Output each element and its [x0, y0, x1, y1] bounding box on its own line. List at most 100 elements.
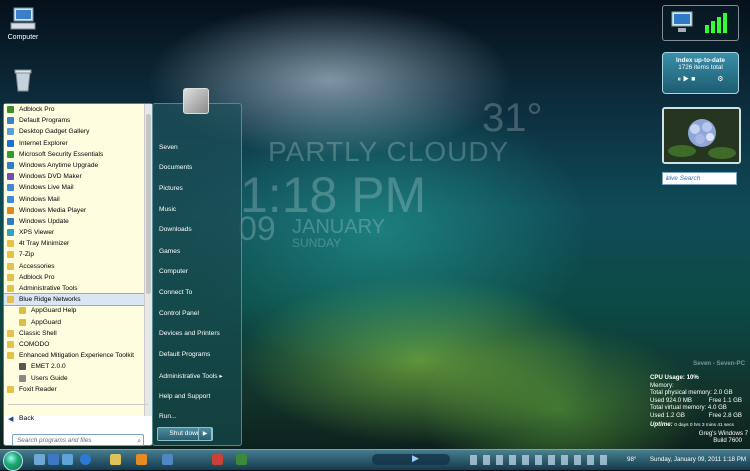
back-button[interactable]: Back	[19, 415, 34, 422]
back-arrow-icon: ◀	[8, 416, 14, 423]
network-meter-gadget[interactable]	[662, 5, 739, 41]
taskbar: ▶ 98° Sunday, January 09, 2011 1:18 PM	[0, 449, 750, 471]
program-item[interactable]: AppGuard	[4, 317, 144, 328]
start-menu-link[interactable]: Pictures	[159, 185, 183, 192]
memory-title: Memory:	[650, 381, 674, 389]
start-menu-link[interactable]: Games	[159, 248, 180, 255]
uptime-value: 0 days 0 hrs 3 mins 41 secs	[674, 423, 734, 428]
program-item[interactable]: Adblock Pro	[4, 104, 144, 115]
program-item[interactable]: Blue Ridge Networks	[4, 293, 144, 307]
start-menu-link[interactable]: Help and Support	[159, 393, 210, 400]
program-label: Windows Live Mail	[19, 184, 74, 192]
program-label: Classic Shell	[19, 329, 57, 337]
program-item[interactable]: Adblock Pro	[4, 272, 144, 283]
program-label: COMODO	[19, 340, 50, 348]
app-icon[interactable]	[212, 454, 223, 465]
computer-icon	[10, 7, 36, 30]
weather-condition: PARTLY CLOUDY	[268, 136, 510, 167]
signal-bars-icon	[705, 13, 727, 33]
program-item[interactable]: COMODO	[4, 339, 144, 350]
programs-scrollbar[interactable]	[144, 104, 152, 416]
user-avatar[interactable]	[183, 88, 209, 114]
start-menu-link[interactable]: Administrative Tools ▸	[159, 372, 223, 380]
program-label: EMET 2.0.0	[31, 363, 66, 371]
play-icon[interactable]: ▶	[412, 453, 419, 464]
start-menu-link-label: Run...	[159, 413, 177, 420]
program-item[interactable]: Foxit Reader	[4, 384, 144, 395]
start-menu-link[interactable]: Music	[159, 206, 176, 213]
program-label: Desktop Gadget Gallery	[19, 128, 90, 136]
start-menu-link-label: Music	[159, 206, 177, 213]
program-item[interactable]: Administrative Tools	[4, 283, 144, 294]
start-menu-link[interactable]: Run...	[159, 413, 177, 420]
pause-icon[interactable]: ⏸	[677, 76, 681, 83]
app-icon[interactable]	[236, 454, 247, 465]
app-icon	[7, 173, 14, 181]
program-label: Accessories	[19, 262, 55, 270]
desktop-icon-recycle-bin[interactable]	[0, 67, 46, 95]
used-physical: Used 924.0 MB	[650, 396, 693, 404]
start-menu-link[interactable]: Devices and Printers	[159, 330, 220, 337]
all-programs-list: Adblock Pro Default Programs Desktop Gadge…	[4, 104, 144, 416]
shield-icon	[7, 150, 14, 158]
program-item[interactable]: Desktop Gadget Gallery	[4, 126, 144, 137]
media-controls[interactable]	[372, 454, 450, 465]
start-menu-link-label: Devices and Printers	[159, 330, 220, 337]
program-item[interactable]: Accessories	[4, 261, 144, 272]
index-status-gadget[interactable]: Index up-to-date 1726 items total ⏸ ▶ ■ …	[662, 52, 739, 94]
start-orb-button[interactable]	[3, 451, 23, 471]
program-item[interactable]: Default Programs	[4, 115, 144, 126]
program-item[interactable]: Windows DVD Maker	[4, 171, 144, 182]
show-desktop-icon[interactable]	[34, 454, 45, 465]
folder-icon[interactable]	[110, 454, 121, 465]
start-menu-link-label: Connect To	[159, 289, 193, 296]
desktop-icon-computer[interactable]: Computer	[0, 6, 46, 41]
free-virtual: Free 2.8 GB	[708, 411, 742, 419]
free-physical: Free 1.1 GB	[708, 396, 742, 404]
app-icon[interactable]	[62, 454, 73, 465]
program-item[interactable]: Enhanced Mitigation Experience Toolkit	[4, 350, 144, 361]
shutdown-options-button[interactable]: ▶	[198, 427, 212, 441]
program-item[interactable]: 7-Zip	[4, 249, 144, 260]
media-icon	[7, 206, 14, 214]
app-icon[interactable]	[162, 454, 173, 465]
program-item[interactable]: Windows Update	[4, 216, 144, 227]
start-search-input[interactable]: Search programs and files ⌕	[12, 434, 144, 446]
start-menu-link[interactable]: Downloads	[159, 226, 192, 233]
start-menu-link[interactable]: Documents	[159, 164, 192, 171]
start-menu-link[interactable]: Control Panel	[159, 310, 199, 317]
program-item[interactable]: Windows Mail	[4, 194, 144, 205]
program-item[interactable]: Windows Media Player	[4, 205, 144, 216]
stop-icon[interactable]: ■	[691, 76, 695, 83]
program-item[interactable]: Windows Live Mail	[4, 182, 144, 193]
program-label: 4t Tray Minimizer	[19, 240, 70, 248]
search-icon[interactable]: ⌕	[666, 173, 734, 183]
explorer-icon[interactable]	[48, 454, 59, 465]
program-label: Windows Mail	[19, 195, 60, 203]
media-player-icon[interactable]	[136, 454, 147, 465]
start-menu-link[interactable]: Connect To	[159, 289, 192, 296]
start-menu-link[interactable]: Seven	[159, 144, 178, 151]
ie-icon[interactable]	[80, 454, 91, 465]
start-menu-link[interactable]: Computer	[159, 268, 188, 275]
program-item[interactable]: EMET 2.0.0	[4, 361, 144, 372]
scrollbar-thumb[interactable]	[146, 114, 151, 294]
clock[interactable]: Sunday, January 09, 2011 1:18 PM	[650, 456, 746, 463]
gear-icon[interactable]: ⚙	[717, 76, 723, 83]
program-item[interactable]: Classic Shell	[4, 328, 144, 339]
program-item[interactable]: XPS Viewer	[4, 227, 144, 238]
program-item[interactable]: Windows Anytime Upgrade	[4, 160, 144, 171]
app-icon	[7, 217, 14, 225]
live-search-input[interactable]: Live Search ⌕	[662, 172, 737, 185]
program-item[interactable]: 4t Tray Minimizer	[4, 238, 144, 249]
program-item[interactable]: Users Guide	[4, 373, 144, 384]
play-icon[interactable]: ▶	[683, 76, 689, 83]
uptime-label: Uptime:	[650, 421, 673, 428]
program-item[interactable]: Microsoft Security Essentials	[4, 149, 144, 160]
program-item[interactable]: Internet Explorer	[4, 138, 144, 149]
slideshow-gadget[interactable]	[662, 107, 741, 164]
folder-icon	[7, 285, 14, 292]
program-item[interactable]: AppGuard Help	[4, 305, 144, 316]
start-menu-link[interactable]: Default Programs	[159, 351, 210, 358]
folder-icon	[7, 352, 14, 360]
